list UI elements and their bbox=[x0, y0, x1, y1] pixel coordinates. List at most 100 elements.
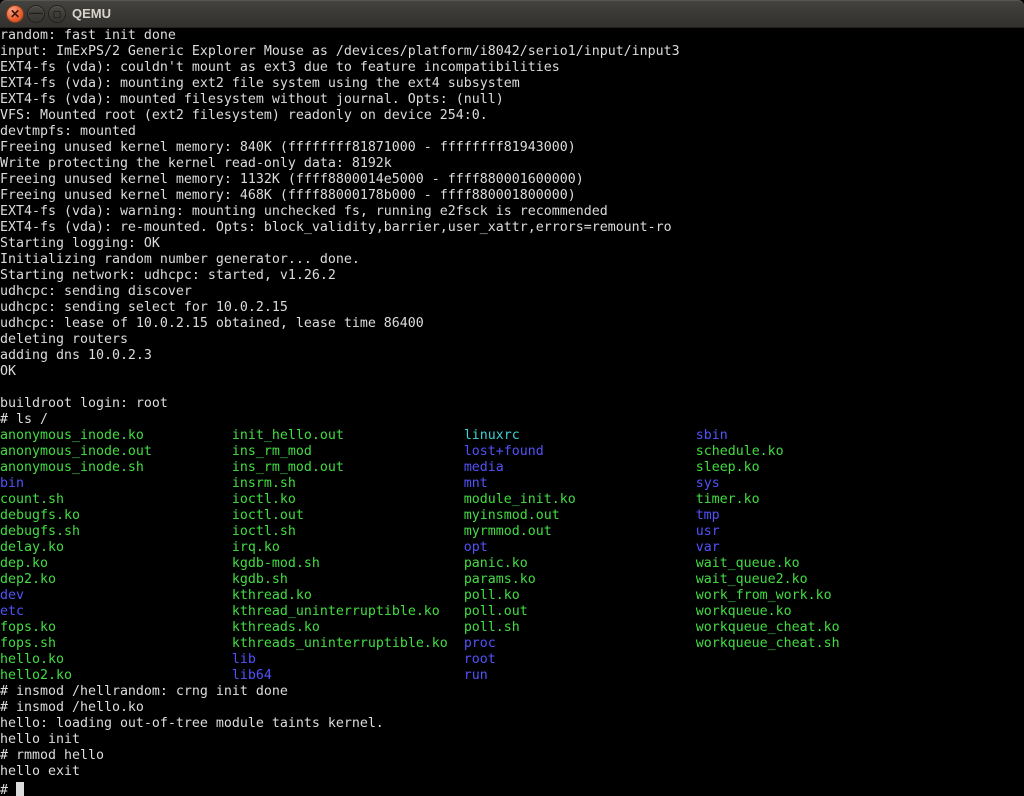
terminal-text bbox=[64, 492, 232, 507]
terminal-text: hello init bbox=[0, 732, 80, 747]
terminal-text: random: fast init done bbox=[0, 28, 176, 43]
terminal-line: debugfs.sh ioctl.sh myrmmod.out usr bbox=[0, 524, 1024, 540]
terminal-line: input: ImExPS/2 Generic Explorer Mouse a… bbox=[0, 44, 1024, 60]
ls-entry-dir: run bbox=[464, 668, 488, 683]
terminal-line: OK bbox=[0, 364, 1024, 380]
ls-entry-file: module_init.ko bbox=[464, 492, 576, 507]
ls-entry-file: dep2.ko bbox=[0, 572, 56, 587]
terminal-line: udhcpc: sending discover bbox=[0, 284, 1024, 300]
terminal-line: hello: loading out-of-tree module taints… bbox=[0, 716, 1024, 732]
ls-entry-file: ins_rm_mod bbox=[232, 444, 312, 459]
terminal-line: devtmpfs: mounted bbox=[0, 124, 1024, 140]
window-title: QEMU bbox=[72, 0, 111, 28]
terminal-text: VFS: Mounted root (ext2 filesystem) read… bbox=[0, 108, 488, 123]
ls-entry-file: myinsmod.out bbox=[464, 508, 560, 523]
terminal-text bbox=[560, 508, 696, 523]
ls-entry-file: kthreads.ko bbox=[232, 620, 320, 635]
terminal-text bbox=[296, 524, 464, 539]
terminal-text: EXT4-fs (vda): re-mounted. Opts: block_v… bbox=[0, 220, 672, 235]
ls-entry-file: init_hello.out bbox=[232, 428, 344, 443]
terminal-line bbox=[0, 380, 1024, 396]
ls-entry-dir: tmp bbox=[696, 508, 720, 523]
terminal-text: hello: loading out-of-tree module taints… bbox=[0, 716, 384, 731]
terminal-text bbox=[280, 540, 464, 555]
terminal-line: etc kthread_uninterruptible.ko poll.out … bbox=[0, 604, 1024, 620]
terminal-output[interactable]: random: fast init doneinput: ImExPS/2 Ge… bbox=[0, 28, 1024, 796]
ls-entry-file: anonymous_inode.ko bbox=[0, 428, 144, 443]
terminal-text bbox=[64, 540, 232, 555]
maximize-icon: ▢ bbox=[53, 9, 62, 19]
terminal-line: fops.ko kthreads.ko poll.sh workqueue_ch… bbox=[0, 620, 1024, 636]
close-button[interactable]: ✕ bbox=[6, 5, 24, 23]
ls-entry-dir: root bbox=[464, 652, 496, 667]
window-title-bar: ✕ — ▢ QEMU bbox=[0, 0, 1024, 28]
terminal-line: # insmod /hellrandom: crng init done bbox=[0, 684, 1024, 700]
terminal-line: hello2.ko lib64 run bbox=[0, 668, 1024, 684]
terminal-text bbox=[520, 588, 696, 603]
terminal-line: random: fast init done bbox=[0, 28, 1024, 44]
ls-entry-dir: lib bbox=[232, 652, 256, 667]
close-icon: ✕ bbox=[10, 7, 20, 21]
terminal-text bbox=[56, 636, 232, 651]
terminal-text: EXT4-fs (vda): couldn't mount as ext3 du… bbox=[0, 60, 560, 75]
terminal-text: udhcpc: lease of 10.0.2.15 obtained, lea… bbox=[0, 316, 424, 331]
terminal-text bbox=[72, 668, 232, 683]
terminal-text: Starting logging: OK bbox=[0, 236, 160, 251]
ls-entry-file: debugfs.ko bbox=[0, 508, 80, 523]
terminal-line: Freeing unused kernel memory: 468K (ffff… bbox=[0, 188, 1024, 204]
ls-entry-file: workqueue_cheat.sh bbox=[696, 636, 840, 651]
terminal-line: hello exit bbox=[0, 764, 1024, 780]
terminal-text bbox=[440, 604, 464, 619]
terminal-text bbox=[344, 460, 464, 475]
ls-entry-dir: lib64 bbox=[232, 668, 272, 683]
terminal-text bbox=[488, 476, 696, 491]
terminal-line: EXT4-fs (vda): couldn't mount as ext3 du… bbox=[0, 60, 1024, 76]
terminal-text: # rmmod hello bbox=[0, 748, 104, 763]
qemu-window: ✕ — ▢ QEMU random: fast init doneinput: … bbox=[0, 0, 1024, 796]
ls-entry-file: params.ko bbox=[464, 572, 536, 587]
ls-entry-file: hello.ko bbox=[0, 652, 64, 667]
terminal-text bbox=[80, 508, 232, 523]
terminal-line: EXT4-fs (vda): warning: mounting uncheck… bbox=[0, 204, 1024, 220]
terminal-text: EXT4-fs (vda): mounting ext2 file system… bbox=[0, 76, 520, 91]
ls-entry-file: hello2.ko bbox=[0, 668, 72, 683]
maximize-button[interactable]: ▢ bbox=[48, 5, 66, 23]
terminal-text: EXT4-fs (vda): warning: mounting uncheck… bbox=[0, 204, 608, 219]
terminal-line: dep.ko kgdb-mod.sh panic.ko wait_queue.k… bbox=[0, 556, 1024, 572]
terminal-text bbox=[144, 460, 232, 475]
ls-entry-file: ioctl.out bbox=[232, 508, 304, 523]
terminal-text bbox=[544, 444, 696, 459]
terminal-text bbox=[56, 572, 232, 587]
terminal-line: # bbox=[0, 780, 1024, 796]
terminal-text: EXT4-fs (vda): mounted filesystem withou… bbox=[0, 92, 504, 107]
terminal-text bbox=[24, 604, 232, 619]
ls-entry-dir: var bbox=[696, 540, 720, 555]
terminal-text bbox=[80, 524, 232, 539]
ls-entry-file: workqueue_cheat.ko bbox=[696, 620, 840, 635]
terminal-text bbox=[520, 428, 696, 443]
ls-entry-file: schedule.ko bbox=[696, 444, 784, 459]
terminal-text: hello exit bbox=[0, 764, 80, 779]
terminal-line: bin insrm.sh mnt sys bbox=[0, 476, 1024, 492]
ls-entry-file: kthread_uninterruptible.ko bbox=[232, 604, 440, 619]
terminal-text: Starting network: udhcpc: started, v1.26… bbox=[0, 268, 336, 283]
terminal-text bbox=[496, 636, 696, 651]
ls-entry-dir: media bbox=[464, 460, 504, 475]
ls-entry-file: insrm.sh bbox=[232, 476, 296, 491]
terminal-text: # insmod /hello.ko bbox=[0, 700, 144, 715]
terminal-text: udhcpc: sending select for 10.0.2.15 bbox=[0, 300, 288, 315]
terminal-text bbox=[288, 572, 464, 587]
ls-entry-file: anonymous_inode.out bbox=[0, 444, 152, 459]
ls-entry-file: count.sh bbox=[0, 492, 64, 507]
ls-entry-dir: proc bbox=[464, 636, 496, 651]
terminal-text: Freeing unused kernel memory: 468K (ffff… bbox=[0, 188, 576, 203]
ls-entry-dir: bin bbox=[0, 476, 24, 491]
minimize-button[interactable]: — bbox=[27, 5, 45, 23]
terminal-line: Freeing unused kernel memory: 1132K (fff… bbox=[0, 172, 1024, 188]
terminal-text bbox=[320, 620, 464, 635]
terminal-line: delay.ko irq.ko opt var bbox=[0, 540, 1024, 556]
ls-entry-dir: opt bbox=[464, 540, 488, 555]
terminal-line: Starting network: udhcpc: started, v1.26… bbox=[0, 268, 1024, 284]
terminal-text: # insmod /hellrandom: crng init done bbox=[0, 684, 288, 699]
terminal-text bbox=[576, 492, 696, 507]
